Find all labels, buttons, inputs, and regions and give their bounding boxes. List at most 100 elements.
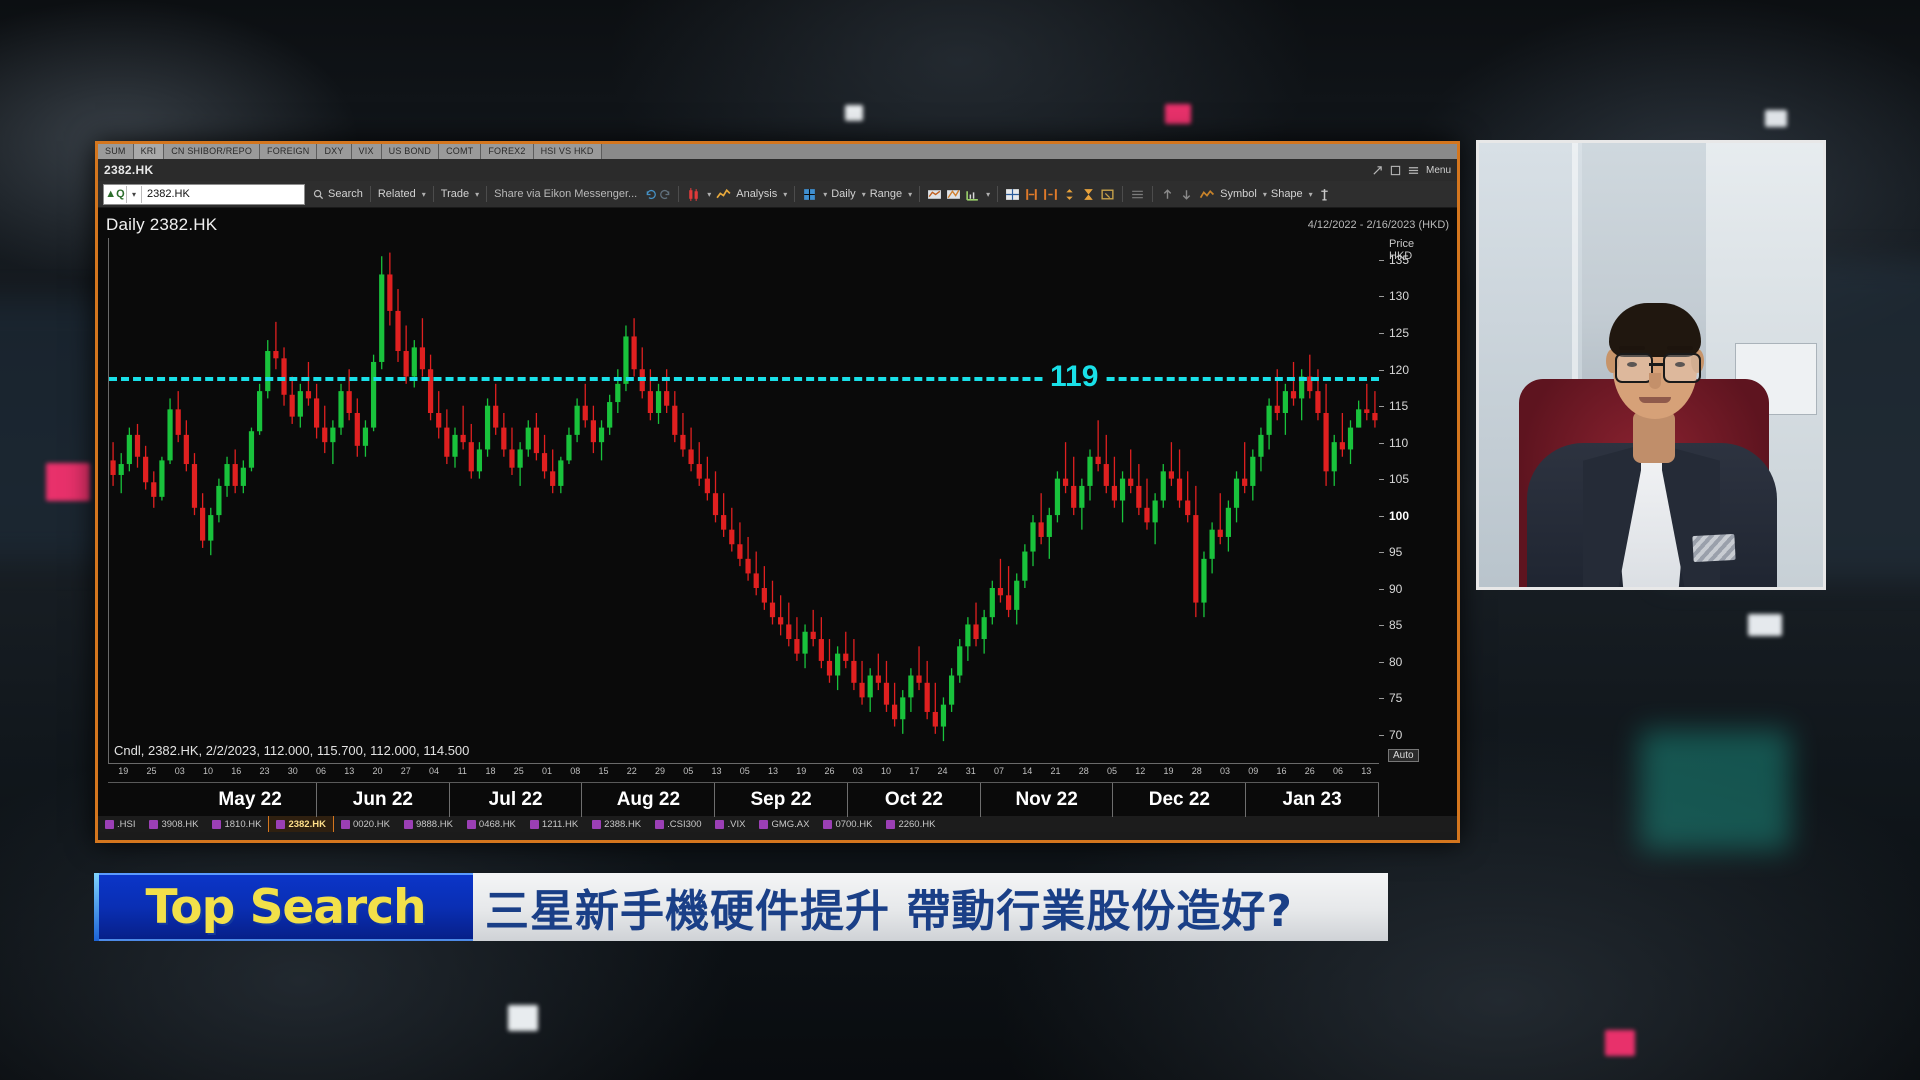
popout-icon[interactable] — [1372, 165, 1383, 176]
range-chevron-icon[interactable]: ▾ — [908, 190, 912, 199]
anchor-video-inset — [1476, 140, 1826, 590]
ticker-item-0020-hk[interactable]: 0020.HK — [334, 816, 397, 832]
menu-label[interactable]: Menu — [1426, 165, 1451, 176]
ticker-item-3908-hk[interactable]: 3908.HK — [142, 816, 205, 832]
analysis-chevron-icon[interactable]: ▾ — [783, 190, 787, 199]
redo-icon[interactable] — [660, 189, 671, 200]
app-tab-vix[interactable]: VIX — [351, 144, 382, 159]
scale-chevron-icon[interactable]: ▾ — [986, 190, 990, 199]
vertical-expand-icon[interactable] — [1062, 187, 1077, 202]
selection-box-icon[interactable] — [1100, 187, 1115, 202]
analysis-label[interactable]: Analysis — [736, 188, 777, 200]
ticker-item-2260-hk[interactable]: 2260.HK — [879, 816, 942, 832]
app-tab-comt[interactable]: COMT — [439, 144, 482, 159]
trade-label[interactable]: Trade — [441, 188, 469, 200]
search-label[interactable]: Search — [328, 188, 363, 200]
symbol-search-box[interactable]: ▲Q ▾ 2382.HK — [103, 183, 305, 205]
price-axis[interactable]: Price HKD Auto 135 130 125 120 115 110 105 100 9… — [1379, 238, 1457, 764]
anchor-mouth — [1639, 397, 1671, 403]
ticker-item-1810-hk[interactable]: 1810.HK — [205, 816, 268, 832]
interval-chevron-icon[interactable]: ▾ — [862, 190, 866, 199]
chevron-down-icon[interactable]: ▾ — [127, 185, 142, 203]
search-icon[interactable] — [313, 189, 324, 200]
day-tick: 18 — [485, 766, 496, 776]
day-tick: 13 — [1361, 766, 1372, 776]
price-plot-area[interactable]: 119 — [108, 238, 1379, 764]
ticker-item-gmg-ax[interactable]: GMG.AX — [752, 816, 816, 832]
window-controls[interactable]: Menu — [1372, 165, 1451, 176]
date-axis[interactable]: 19 25 03 10 16 23 30 06 13 20 27 04 11 18 25 01 08 15 22 29… — [108, 764, 1379, 817]
ticker-label: 2260.HK — [898, 818, 936, 830]
grid-layout-icon[interactable] — [802, 187, 817, 202]
undo-icon[interactable] — [645, 189, 657, 200]
crosshair-tool-icon[interactable] — [1005, 187, 1020, 202]
ticker-item--csi300[interactable]: .CSI300 — [648, 816, 708, 832]
ticker-chart-icon — [276, 819, 286, 829]
chart-toolbar[interactable]: ▲Q ▾ 2382.HK Search Related ▾ Trade ▾ Sh… — [98, 181, 1457, 208]
day-tick: 30 — [287, 766, 298, 776]
trade-chevron-icon[interactable]: ▾ — [475, 190, 479, 199]
ticker-item--hsi[interactable]: .HSI — [98, 816, 142, 832]
chart-scale-icon[interactable] — [965, 187, 980, 202]
app-tab-cn-shibor-repo[interactable]: CN SHIBOR/REPO — [164, 144, 261, 159]
price-level-line[interactable] — [109, 376, 1379, 381]
chart-canvas[interactable]: Daily 2382.HK 4/12/2022 - 2/16/2023 (HKD… — [98, 208, 1457, 817]
ticker-chart-icon — [715, 819, 725, 829]
shape-chevron-icon[interactable]: ▾ — [1309, 190, 1313, 199]
day-tick: 17 — [909, 766, 920, 776]
related-label[interactable]: Related — [378, 188, 416, 200]
vertical-split-icon[interactable] — [1024, 187, 1039, 202]
arrow-up-tool-icon[interactable] — [1160, 187, 1175, 202]
ticker-item-0468-hk[interactable]: 0468.HK — [460, 816, 523, 832]
app-tab-kri[interactable]: KRI — [133, 144, 165, 159]
chart-zoom-fit-icon[interactable] — [927, 187, 942, 202]
ticker-item-1211-hk[interactable]: 1211.HK — [523, 816, 585, 832]
hourglass-icon[interactable] — [1081, 187, 1096, 202]
app-tab-us-bond[interactable]: US BOND — [381, 144, 440, 159]
share-label[interactable]: Share via Eikon Messenger... — [494, 188, 637, 200]
ticker-item-2388-hk[interactable]: 2388.HK — [585, 816, 648, 832]
arrow-down-tool-icon[interactable] — [1179, 187, 1194, 202]
ticker-label: 0468.HK — [478, 818, 516, 830]
candlestick-chart-type-icon[interactable] — [686, 187, 701, 202]
charttype-chevron-icon[interactable]: ▾ — [707, 190, 711, 199]
symbol-input-value[interactable]: 2382.HK — [142, 186, 304, 203]
toolbar-divider — [432, 186, 434, 202]
eikon-window[interactable]: SUM KRI CN SHIBOR/REPO FOREIGN DXY VIX US BOND… — [95, 141, 1460, 843]
ticker-item-2382-hk[interactable]: 2382.HK — [268, 816, 334, 832]
fibonacci-icon[interactable] — [1130, 187, 1145, 202]
app-tab-hsi-vs-hkd[interactable]: HSI VS HKD — [533, 144, 602, 159]
horizontal-collapse-icon[interactable] — [1043, 187, 1058, 202]
price-tick-135: 135 — [1389, 252, 1410, 267]
interval-label[interactable]: Daily — [831, 188, 855, 200]
shape-menu-label[interactable]: Shape — [1271, 188, 1303, 200]
range-label[interactable]: Range — [870, 188, 902, 200]
maximize-icon[interactable] — [1390, 165, 1401, 176]
application-tab-strip[interactable]: SUM KRI CN SHIBOR/REPO FOREIGN DXY VIX US BOND… — [98, 144, 1457, 159]
app-tab-foreign[interactable]: FOREIGN — [260, 144, 318, 159]
symbol-chevron-icon[interactable]: ▾ — [1263, 190, 1267, 199]
symbol-marker-icon[interactable] — [1198, 187, 1216, 202]
ticker-chart-icon — [105, 819, 114, 829]
chart-compare-icon[interactable] — [946, 187, 961, 202]
app-tab-forex2[interactable]: FOREX2 — [481, 144, 534, 159]
instrument-ticker-bar[interactable]: .HSI 3908.HK 1810.HK 2382.HK 0020.HK 9888.HK 0… — [98, 816, 1457, 832]
day-tick: 28 — [1191, 766, 1202, 776]
app-tab-sum[interactable]: SUM — [98, 144, 134, 159]
hamburger-menu-icon[interactable] — [1408, 165, 1419, 176]
ohlc-readout: Cndl, 2382.HK, 2/2/2023, 112.000, 115.70… — [114, 743, 470, 758]
ticker-item-9888-hk[interactable]: 9888.HK — [397, 816, 460, 832]
app-tab-dxy[interactable]: DXY — [317, 144, 352, 159]
symbol-menu-label[interactable]: Symbol — [1220, 188, 1257, 200]
ticker-chart-icon — [403, 819, 413, 829]
ticker-label: .CSI300 — [667, 818, 702, 830]
day-tick: 24 — [937, 766, 948, 776]
auto-scale-button[interactable]: Auto — [1388, 749, 1419, 762]
layout-chevron-icon[interactable]: ▾ — [823, 190, 827, 199]
more-tools-icon[interactable] — [1317, 187, 1332, 202]
analysis-icon[interactable] — [715, 187, 732, 202]
related-chevron-icon[interactable]: ▾ — [422, 190, 426, 199]
ticker-label: 3908.HK — [161, 818, 199, 830]
ticker-item-0700-hk[interactable]: 0700.HK — [816, 816, 879, 832]
ticker-item--vix[interactable]: .VIX — [708, 816, 752, 832]
